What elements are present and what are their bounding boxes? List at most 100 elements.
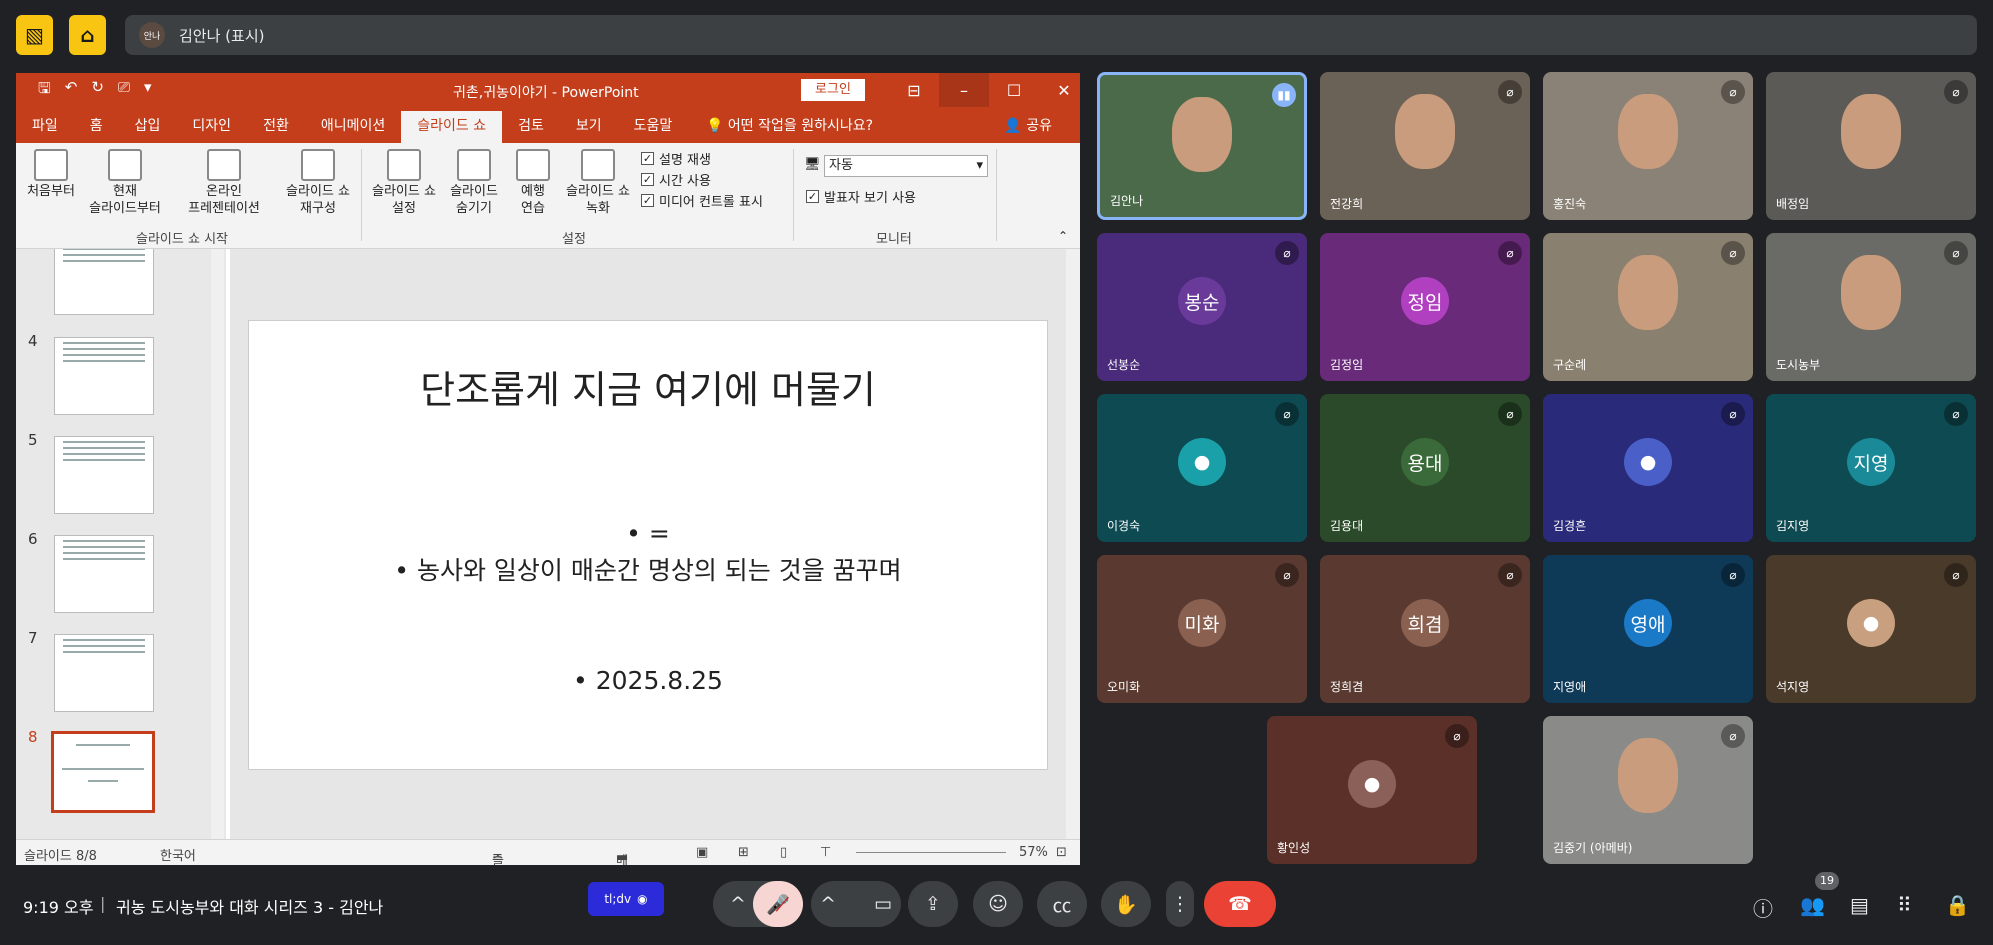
participant-tile[interactable]: ● ⌀ 김경흔 <box>1543 394 1753 542</box>
tab-view[interactable]: 보기 <box>560 111 618 143</box>
participant-count-badge: 19 <box>1815 872 1839 890</box>
slideshow-view-icon[interactable]: ⊤ <box>820 845 831 860</box>
hide-self-view-icon[interactable]: ▧ <box>16 15 53 55</box>
save-icon[interactable]: 🖫 <box>38 78 51 103</box>
participant-tile[interactable]: ● ⌀ 황인성 <box>1267 716 1477 864</box>
zoom-slider[interactable] <box>856 852 1006 853</box>
ribbon-display-icon[interactable]: ⊟ <box>889 73 939 107</box>
participant-tile[interactable]: 미화 ⌀ 오미화 <box>1097 555 1307 703</box>
share-button[interactable]: 👤 공유 <box>1004 115 1052 135</box>
info-icon[interactable]: ⓘ <box>1753 893 1773 922</box>
fit-slide-icon[interactable]: ⊡ <box>1056 845 1067 860</box>
slide-thumbnail[interactable] <box>54 535 154 613</box>
activities-icon[interactable]: ⠿ <box>1897 893 1912 917</box>
use-timings-checkbox[interactable]: ✓ 시간 사용 <box>641 170 711 189</box>
camera-control[interactable]: ^ ▭ <box>811 881 901 927</box>
current-slide-button[interactable]: 현재 슬라이드부터 <box>82 149 168 217</box>
emoji-icon[interactable]: ☺ <box>973 881 1023 927</box>
participant-tile[interactable]: ⌀ 도시농부 <box>1766 233 1976 381</box>
mic-off-icon: ⌀ <box>1498 241 1522 265</box>
collapse-ribbon-icon[interactable]: ⌃ <box>1058 229 1068 243</box>
participant-name: 김용대 <box>1330 519 1364 533</box>
participant-tile[interactable]: ⌀ 구순례 <box>1543 233 1753 381</box>
participant-tile[interactable]: 지영 ⌀ 김지영 <box>1766 394 1976 542</box>
slide-thumbnail-selected[interactable] <box>51 731 155 813</box>
slide-thumbnail[interactable] <box>54 337 154 415</box>
tab-insert[interactable]: 삽입 <box>119 111 177 143</box>
tab-design[interactable]: 디자인 <box>176 111 247 143</box>
editor-scrollbar[interactable] <box>1066 249 1080 839</box>
tldv-badge[interactable]: tl;dv ◉ <box>588 882 664 916</box>
raise-hand-icon[interactable]: ✋ <box>1101 881 1151 927</box>
participant-tile[interactable]: 봉순 ⌀ 선봉순 <box>1097 233 1307 381</box>
play-narration-checkbox[interactable]: ✓ 설명 재생 <box>641 149 711 168</box>
present-icon[interactable]: ⇪ <box>908 881 958 927</box>
participant-name: 김경흔 <box>1553 519 1587 533</box>
tab-animations[interactable]: 애니메이션 <box>305 111 401 143</box>
divider: | <box>100 894 106 913</box>
slide-canvas[interactable]: 단조롭게 지금 여기에 머물기 • = • 농사와 일상이 매순간 명상의 되는… <box>248 320 1048 770</box>
participant-tile[interactable]: ⌀ 배정임 <box>1766 72 1976 220</box>
camera-icon[interactable]: ▭ <box>874 893 892 915</box>
tab-review[interactable]: 검토 <box>502 111 560 143</box>
online-presentation-button[interactable]: 온라인 프레젠테이션 <box>176 149 272 217</box>
tab-home[interactable]: 홈 <box>74 111 119 143</box>
sorter-view-icon[interactable]: ⊞ <box>738 845 749 860</box>
participant-name: 석지영 <box>1776 680 1810 694</box>
from-beginning-button[interactable]: 처음부터 <box>24 149 78 200</box>
customize-qat-icon[interactable]: ▾ <box>144 78 152 103</box>
slide-thumbnail[interactable] <box>54 436 154 514</box>
show-media-checkbox[interactable]: ✓ 미디어 컨트롤 표시 <box>641 191 763 210</box>
login-button[interactable]: 로그인 <box>801 79 865 101</box>
participant-tile[interactable]: ● ⌀ 이경숙 <box>1097 394 1307 542</box>
tab-slideshow[interactable]: 슬라이드 쇼 <box>401 111 503 143</box>
mic-off-icon[interactable]: 🎤̸ <box>753 881 803 927</box>
chat-icon[interactable]: ▤ <box>1850 893 1869 917</box>
participant-tile[interactable]: 용대 ⌀ 김용대 <box>1320 394 1530 542</box>
participant-tile[interactable]: ● ⌀ 석지영 <box>1766 555 1976 703</box>
setup-show-button[interactable]: 슬라이드 쇼 설정 <box>366 149 442 217</box>
hide-slide-button[interactable]: 슬라이드 숨기기 <box>444 149 504 217</box>
undo-icon[interactable]: ↶ <box>65 78 78 103</box>
close-button[interactable]: ✕ <box>1039 73 1080 107</box>
chevron-up-icon[interactable]: ^ <box>730 893 746 915</box>
participant-tile[interactable]: ▮▮ 김안나 <box>1097 72 1307 220</box>
tab-help[interactable]: 도움말 <box>618 111 689 143</box>
presenter-view-checkbox[interactable]: ✓ 발표자 보기 사용 <box>806 187 916 206</box>
captions-icon[interactable]: ㏄ <box>1037 881 1087 927</box>
building-icon[interactable]: ⌂ <box>69 15 106 55</box>
more-options-icon[interactable]: ⋮ <box>1166 881 1194 927</box>
minimize-button[interactable]: – <box>939 73 989 107</box>
host-controls-icon[interactable]: 🔒 <box>1945 893 1970 917</box>
check-icon: ✓ <box>641 152 654 165</box>
people-icon[interactable]: 👥 <box>1800 893 1825 917</box>
tell-me-search[interactable]: 💡 어떤 작업을 원하시나요? <box>706 115 873 135</box>
avatar-icon: ● <box>1348 760 1396 808</box>
tab-transitions[interactable]: 전환 <box>247 111 305 143</box>
tab-file[interactable]: 파일 <box>16 111 74 143</box>
participant-tile[interactable]: 희겸 ⌀ 정희겸 <box>1320 555 1530 703</box>
meeting-title: 귀농 도시농부와 대화 시리즈 3 - 김안나 <box>116 898 384 917</box>
reading-view-icon[interactable]: ▯ <box>780 845 787 860</box>
leave-call-icon[interactable]: ☎ <box>1204 881 1276 927</box>
start-show-icon[interactable]: ⎚ <box>118 78 130 103</box>
participant-tile[interactable]: ⌀ 전강희 <box>1320 72 1530 220</box>
participant-tile[interactable]: 정임 ⌀ 김정임 <box>1320 233 1530 381</box>
participant-tile[interactable]: ⌀ 김중기 (아메바) <box>1543 716 1753 864</box>
presenter-bar[interactable]: 안나 김안나 (표시) <box>125 15 1977 55</box>
slide-thumbnail[interactable] <box>54 634 154 712</box>
record-button[interactable]: 슬라이드 쇼 녹화 <box>560 149 636 217</box>
redo-icon[interactable]: ↻ <box>91 78 104 103</box>
custom-show-button[interactable]: 슬라이드 쇼 재구성 <box>278 149 358 217</box>
slide-thumbnail[interactable] <box>54 249 154 315</box>
meeting-controls-bar: 9:19 오후 | 귀농 도시농부와 대화 시리즈 3 - 김안나 tl;dv ◉… <box>0 870 1993 945</box>
participant-tile[interactable]: 영애 ⌀ 지영애 <box>1543 555 1753 703</box>
avatar: 미화 <box>1178 599 1226 647</box>
normal-view-icon[interactable]: ▣ <box>696 845 708 860</box>
monitor-select[interactable]: 자동 ▾ <box>824 155 988 177</box>
thumbnails-scrollbar[interactable] <box>211 249 224 839</box>
maximize-button[interactable]: ☐ <box>989 73 1039 107</box>
rehearse-button[interactable]: 예행 연습 <box>510 149 556 217</box>
chevron-up-icon[interactable]: ^ <box>820 893 836 915</box>
participant-tile[interactable]: ⌀ 홍진숙 <box>1543 72 1753 220</box>
